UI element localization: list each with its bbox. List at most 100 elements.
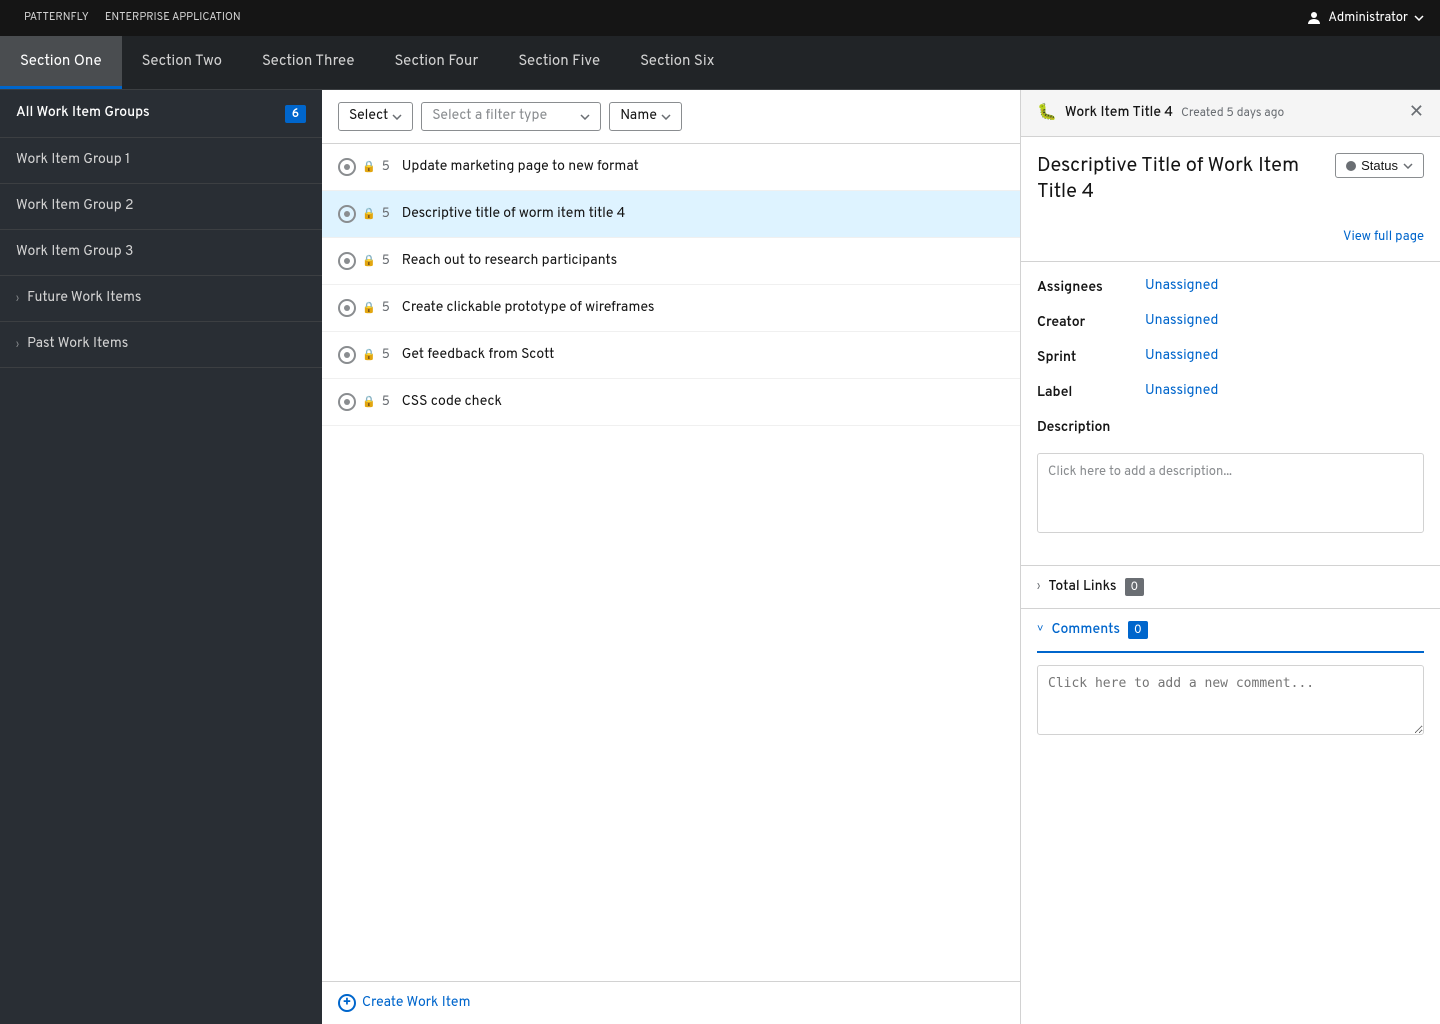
- create-work-item-label: Create Work Item: [362, 995, 470, 1012]
- filter-type-select[interactable]: Select a filter type: [421, 102, 601, 131]
- detail-description-area: Descriptive Title of Work Item Title 4 S…: [1021, 137, 1440, 262]
- tab-section-six[interactable]: Section Six: [620, 36, 734, 89]
- work-item-number: 5: [382, 253, 390, 269]
- tab-section-two[interactable]: Section Two: [122, 36, 242, 89]
- tab-section-four[interactable]: Section Four: [374, 36, 498, 89]
- lock-icon: 🔒: [362, 160, 376, 175]
- tab-section-one[interactable]: Section One: [0, 36, 122, 89]
- description-placeholder: Click here to add a description...: [1048, 464, 1232, 480]
- work-item-number: 5: [382, 394, 390, 410]
- status-icon: [338, 205, 356, 223]
- detail-main-title: Descriptive Title of Work Item Title 4: [1037, 153, 1335, 205]
- work-item-title: CSS code check: [402, 394, 502, 411]
- sidebar-item-past[interactable]: › Past Work Items: [0, 322, 322, 368]
- work-item-icons: 🔒 5: [338, 158, 390, 176]
- work-item-row[interactable]: 🔒 5 CSS code check: [322, 379, 1020, 426]
- sidebar-item-label: Work Item Group 1: [16, 152, 130, 169]
- sidebar-item-wg3[interactable]: Work Item Group 3: [0, 230, 322, 276]
- work-item-number: 5: [382, 300, 390, 316]
- name-sort-select[interactable]: Name: [609, 102, 682, 131]
- chevron-right-icon: ›: [1037, 580, 1040, 594]
- close-detail-button[interactable]: ✕: [1409, 102, 1424, 120]
- top-bar: PATTERNFLY ENTERPRISE APPLICATION Admini…: [0, 0, 1440, 36]
- tab-section-three[interactable]: Section Three: [242, 36, 375, 89]
- sidebar: All Work Item Groups 6 Work Item Group 1…: [0, 90, 322, 1024]
- toolbar: Select Select a filter type Name: [322, 90, 1020, 144]
- lock-icon: 🔒: [362, 254, 376, 269]
- work-item-row[interactable]: 🔒 5 Descriptive title of worm item title…: [322, 191, 1020, 238]
- create-work-item-button[interactable]: + Create Work Item: [338, 994, 1004, 1012]
- work-item-number: 5: [382, 206, 390, 222]
- assignees-value[interactable]: Unassigned: [1145, 278, 1218, 295]
- sidebar-groups-count: 6: [285, 105, 306, 123]
- creator-field-row: Creator Unassigned: [1037, 313, 1424, 332]
- sprint-value[interactable]: Unassigned: [1145, 348, 1218, 365]
- view-full-page-link[interactable]: View full page: [1343, 229, 1424, 245]
- chevron-down-icon: ˅: [1037, 623, 1043, 637]
- creator-value[interactable]: Unassigned: [1145, 313, 1218, 330]
- chevron-right-icon: ›: [16, 292, 19, 305]
- main-layout: All Work Item Groups 6 Work Item Group 1…: [0, 90, 1440, 1024]
- app-subtitle: ENTERPRISE APPLICATION: [105, 11, 241, 25]
- assignees-label: Assignees: [1037, 278, 1137, 297]
- total-links-label: Total Links: [1048, 579, 1116, 596]
- sidebar-item-wg2[interactable]: Work Item Group 2: [0, 184, 322, 230]
- comment-input[interactable]: [1037, 665, 1424, 735]
- detail-item-title: Work Item Title 4: [1065, 105, 1173, 122]
- assignees-field-row: Assignees Unassigned: [1037, 278, 1424, 297]
- app-logo: PATTERNFLY ENTERPRISE APPLICATION: [16, 11, 241, 25]
- tab-section-five[interactable]: Section Five: [498, 36, 620, 89]
- lock-icon: 🔒: [362, 301, 376, 316]
- detail-header-left: 🐛 Work Item Title 4 Created 5 days ago: [1037, 102, 1284, 124]
- detail-created-date: Created 5 days ago: [1181, 105, 1284, 121]
- status-label: Status: [1361, 158, 1398, 173]
- lock-icon: 🔒: [362, 348, 376, 363]
- sprint-field-row: Sprint Unassigned: [1037, 348, 1424, 367]
- work-item-icons: 🔒 5: [338, 346, 390, 364]
- select-button[interactable]: Select: [338, 102, 413, 131]
- sidebar-item-future[interactable]: › Future Work Items: [0, 276, 322, 322]
- work-item-number: 5: [382, 159, 390, 175]
- work-item-title: Get feedback from Scott: [402, 347, 555, 364]
- work-items-list: 🔒 5 Update marketing page to new format …: [322, 144, 1020, 981]
- filter-placeholder: Select a filter type: [432, 108, 547, 125]
- content-area: Select Select a filter type Name 🔒 5 Upd…: [322, 90, 1020, 1024]
- label-value[interactable]: Unassigned: [1145, 383, 1218, 400]
- sidebar-header: All Work Item Groups 6: [0, 90, 322, 138]
- description-input[interactable]: Click here to add a description...: [1037, 453, 1424, 533]
- user-icon: [1306, 10, 1322, 26]
- work-item-title: Create clickable prototype of wireframes: [402, 300, 655, 317]
- work-item-title: Update marketing page to new format: [402, 159, 639, 176]
- work-item-icons: 🔒 5: [338, 299, 390, 317]
- sidebar-item-label: Work Item Group 3: [16, 244, 133, 261]
- chevron-down-icon: [661, 114, 671, 120]
- work-item-number: 5: [382, 347, 390, 363]
- lock-icon: 🔒: [362, 207, 376, 222]
- sidebar-all-groups-label: All Work Item Groups: [16, 105, 150, 122]
- sidebar-item-label: Past Work Items: [27, 336, 128, 353]
- status-button[interactable]: Status: [1335, 153, 1424, 178]
- work-item-row[interactable]: 🔒 5 Reach out to research participants: [322, 238, 1020, 285]
- user-name: Administrator: [1328, 10, 1408, 26]
- detail-panel: 🐛 Work Item Title 4 Created 5 days ago ✕…: [1020, 90, 1440, 1024]
- comments-label[interactable]: Comments: [1051, 622, 1120, 639]
- comments-count: 0: [1128, 621, 1148, 639]
- sidebar-item-wg1[interactable]: Work Item Group 1: [0, 138, 322, 184]
- lock-icon: 🔒: [362, 395, 376, 410]
- total-links-count: 0: [1125, 578, 1145, 596]
- work-item-row[interactable]: 🔒 5 Create clickable prototype of wirefr…: [322, 285, 1020, 332]
- description-field-row: Description Click here to add a descript…: [1037, 418, 1424, 533]
- status-icon: [338, 158, 356, 176]
- description-label: Description: [1037, 418, 1137, 437]
- user-menu[interactable]: Administrator: [1306, 10, 1424, 26]
- work-item-title: Reach out to research participants: [402, 253, 617, 270]
- work-item-row[interactable]: 🔒 5 Get feedback from Scott: [322, 332, 1020, 379]
- status-icon: [338, 252, 356, 270]
- work-item-row[interactable]: 🔒 5 Update marketing page to new format: [322, 144, 1020, 191]
- total-links-section[interactable]: › Total Links 0: [1021, 566, 1440, 609]
- chevron-down-icon: [580, 114, 590, 120]
- detail-header: 🐛 Work Item Title 4 Created 5 days ago ✕: [1021, 90, 1440, 137]
- plus-circle-icon: +: [338, 994, 356, 1012]
- content-footer: + Create Work Item: [322, 981, 1020, 1024]
- work-item-title: Descriptive title of worm item title 4: [402, 206, 626, 223]
